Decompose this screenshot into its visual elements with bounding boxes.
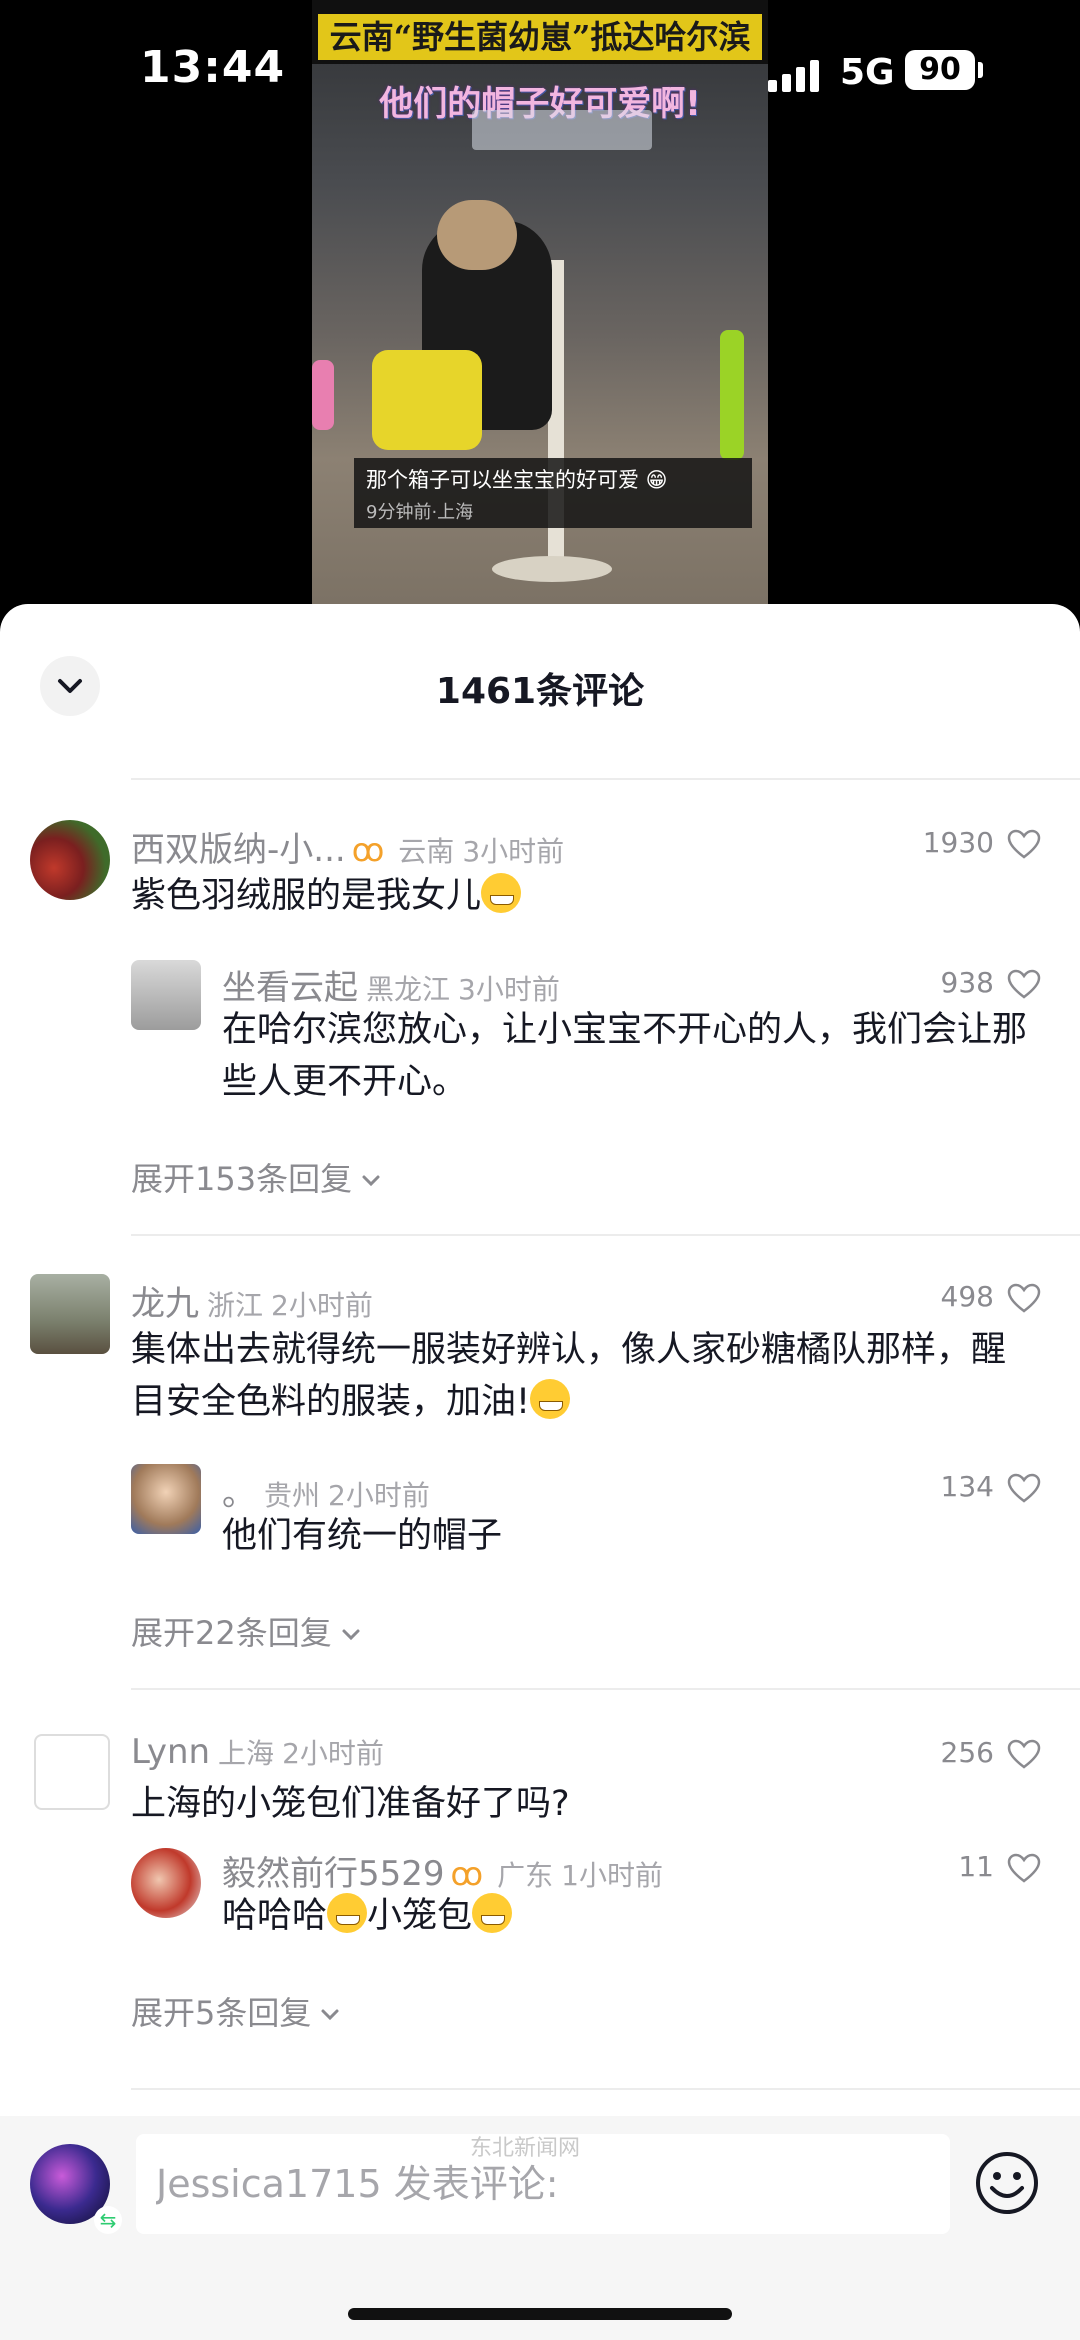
chevron-down-icon (321, 2009, 339, 2021)
comment-username[interactable]: 龙九 (131, 1284, 199, 1324)
expand-label: 展开22条回复 (131, 1614, 332, 1652)
video-scene-green (720, 330, 744, 460)
heart-icon[interactable] (1006, 1852, 1042, 1884)
heart-icon[interactable] (1006, 828, 1042, 860)
comment-text: 紫色羽绒服的是我女儿 (131, 870, 522, 922)
network-label: 5G (840, 52, 895, 93)
divider (131, 1688, 1080, 1690)
comment-location: 上海 (218, 1737, 275, 1770)
avatar[interactable] (30, 1274, 110, 1354)
comment-username[interactable]: 西双版纳-小... (131, 830, 346, 870)
reply-location: 贵州 (264, 1479, 321, 1512)
caption-meta: 9分钟前·上海 (366, 502, 474, 523)
emoji-icon[interactable] (974, 2150, 1040, 2216)
avatar[interactable] (30, 820, 110, 900)
video-danmaku-caption: 那个箱子可以坐宝宝的好可爱 😁 9分钟前·上海 (354, 458, 752, 528)
like-count: 134 (940, 1470, 994, 1503)
expand-replies-button[interactable]: 展开153条回复 (131, 1154, 382, 1200)
divider (131, 1234, 1080, 1236)
like-count: 938 (940, 966, 994, 999)
666-emoji-icon (327, 1893, 368, 1933)
reply-text-part: 小笼包 (367, 1896, 473, 1936)
reply-time: 2小时前 (328, 1479, 430, 1512)
switch-account-icon[interactable]: ⇆ (94, 2206, 122, 2234)
like-count: 256 (940, 1736, 994, 1769)
like-count: 11 (958, 1850, 994, 1883)
comment-text-content: 集体出去就得统一服装好辨认，像人家砂糖橘队那样，醒目安全色料的服装，加油! (131, 1330, 1007, 1422)
comment-composer: ⇆ 东北新闻网 (0, 2116, 1080, 2340)
comments-count-title: 1461条评论 (435, 671, 645, 712)
reply-username[interactable]: 坐看云起 (222, 968, 358, 1008)
666-emoji-icon (472, 1893, 513, 1933)
reply-header: 。贵州 2小时前 (222, 1466, 430, 1515)
reply-time: 3小时前 (458, 973, 560, 1006)
home-indicator[interactable] (348, 2308, 732, 2320)
wink-emoji-icon (530, 1379, 571, 1419)
reply-text: 哈哈哈 小笼包 (222, 1890, 513, 1942)
comment-time: 2小时前 (282, 1737, 384, 1770)
reply-text: 在哈尔滨您放心，让小宝宝不开心的人，我们会让那些人更不开心。 (222, 1010, 1028, 1102)
video-scene-pink (312, 360, 334, 430)
video-scene-hat (437, 200, 517, 270)
reply-location: 广东 (497, 1859, 554, 1892)
reply-location: 黑龙江 (366, 973, 451, 1006)
reply-text: 他们有统一的帽子 (222, 1516, 503, 1556)
heart-icon[interactable] (1006, 968, 1042, 1000)
signal-icon (768, 58, 824, 92)
video-scene-pole-base (492, 556, 612, 582)
comment-header: 龙九 浙江 2小时前 (131, 1276, 373, 1325)
grin-emoji-icon (481, 873, 522, 913)
status-time: 13:44 (140, 42, 286, 93)
status-bar: 13:44 5G 90 (0, 0, 1080, 150)
like-count: 1930 (922, 826, 994, 859)
comment-location: 浙江 (207, 1289, 264, 1322)
divider (131, 2088, 1080, 2090)
like-count: 498 (940, 1280, 994, 1313)
video-scene-luggage (372, 350, 482, 450)
divider (131, 778, 1080, 780)
heart-icon[interactable] (1006, 1738, 1042, 1770)
comment-text: 集体出去就得统一服装好辨认，像人家砂糖橘队那样，醒目安全色料的服装，加油! (131, 1324, 1011, 1428)
comment-username[interactable]: Lynn (131, 1732, 210, 1772)
reply-username[interactable]: 。 (222, 1474, 256, 1514)
heart-icon[interactable] (1006, 1472, 1042, 1504)
comments-sheet: 1461条评论 西双版纳-小... ꝏ 云南 3小时前 1930 紫色羽绒服的是我女儿… (0, 604, 1080, 2340)
avatar[interactable] (131, 960, 201, 1030)
comment-time: 2小时前 (271, 1289, 373, 1322)
expand-replies-button[interactable]: 展开5条回复 (131, 1988, 341, 2034)
chevron-down-icon (362, 1175, 380, 1187)
avatar[interactable] (131, 1464, 201, 1534)
reply-header: 坐看云起 黑龙江 3小时前 (222, 960, 560, 1009)
expand-replies-button[interactable]: 展开22条回复 (131, 1608, 362, 1654)
badge-icon: ꝏ (351, 831, 385, 869)
comment-header: 西双版纳-小... ꝏ 云南 3小时前 (131, 822, 564, 871)
comment-time: 3小时前 (462, 835, 565, 868)
avatar[interactable] (34, 1734, 110, 1810)
reply-header: 毅然前行5529 ꝏ 广东 1小时前 (222, 1846, 663, 1895)
comment-text-content: 紫色羽绒服的是我女儿 (131, 876, 482, 916)
chevron-down-icon (342, 1629, 360, 1641)
comment-location: 云南 (398, 835, 455, 868)
expand-label: 展开5条回复 (131, 1994, 312, 2032)
battery-icon: 90 (905, 50, 975, 90)
watermark: 东北新闻网 (470, 2136, 581, 2161)
caption-text: 那个箱子可以坐宝宝的好可爱 😁 (366, 468, 668, 492)
comment-header: Lynn 上海 2小时前 (131, 1732, 384, 1772)
reply-username[interactable]: 毅然前行5529 (222, 1854, 445, 1894)
battery-level: 90 (919, 52, 961, 87)
comment-text: 上海的小笼包们准备好了吗? (131, 1784, 570, 1824)
reply-text-part: 哈哈哈 (222, 1896, 328, 1936)
badge-icon: ꝏ (450, 1855, 484, 1893)
battery-tip (978, 62, 983, 78)
avatar[interactable] (131, 1848, 201, 1918)
reply-time: 1小时前 (561, 1859, 663, 1892)
expand-label: 展开153条回复 (131, 1160, 353, 1198)
heart-icon[interactable] (1006, 1282, 1042, 1314)
